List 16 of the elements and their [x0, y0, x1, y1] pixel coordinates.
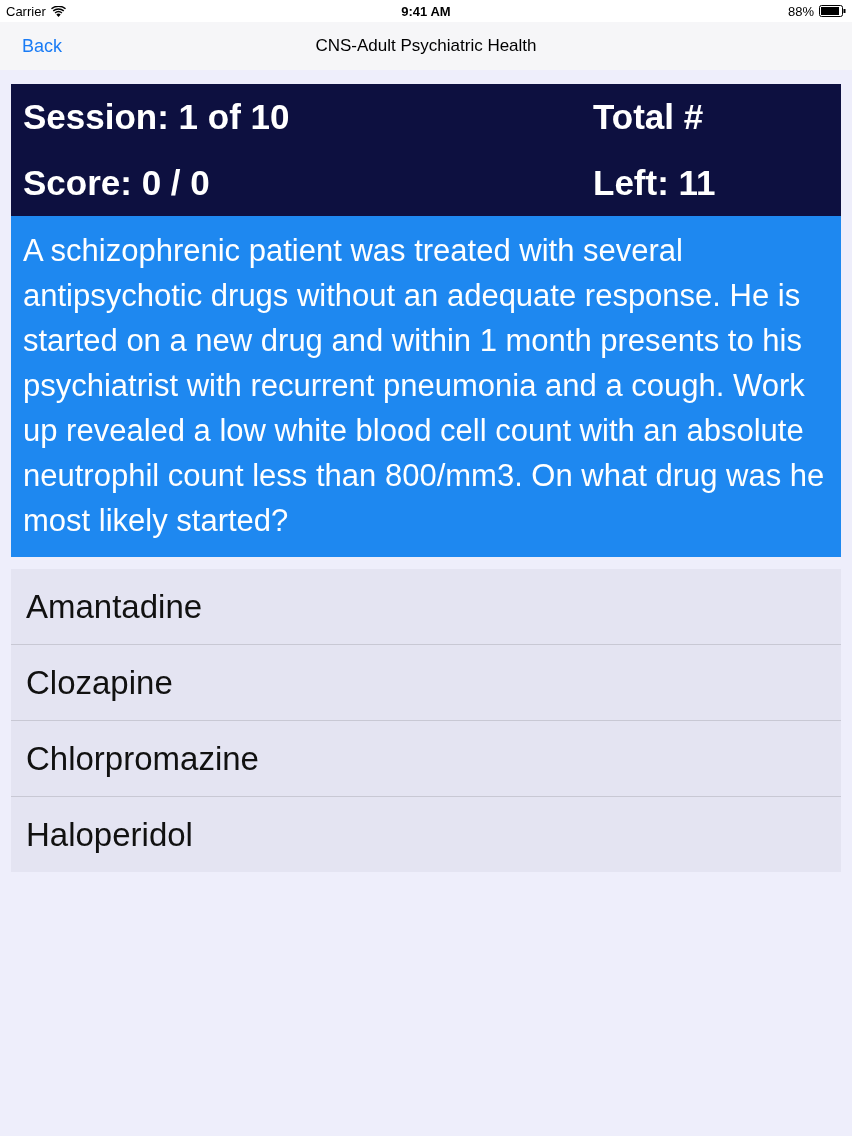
answer-option[interactable]: Amantadine	[11, 569, 841, 645]
back-button[interactable]: Back	[22, 36, 63, 57]
question-text: A schizophrenic patient was treated with several antipsychotic drugs without an adequate response. He is started on a new drug and within 1 month presents to his psychiatrist with recurrent pneumonia and a cough. Work up revealed a low white blood cell count with an absolute neutrophil count less than 800/mm3. On what drug was he most likely started?	[23, 233, 825, 538]
answer-option[interactable]: Clozapine	[11, 645, 841, 721]
score-label: Score: 0 / 0	[23, 163, 211, 203]
wifi-icon	[50, 5, 66, 17]
session-label: Session: 1 of 10	[23, 97, 291, 137]
answer-option[interactable]: Chlorpromazine	[11, 721, 841, 797]
left-label: Left: 11	[593, 163, 716, 203]
status-time: 9:41 AM	[401, 3, 451, 19]
battery-percent: 88%	[787, 3, 814, 19]
nav-title: CNS-Adult Psychiatric Health	[315, 36, 537, 56]
carrier-label: Carrier	[6, 3, 46, 19]
total-label: Total #	[593, 97, 704, 137]
battery-icon	[819, 5, 846, 17]
answer-option[interactable]: Haloperidol	[11, 797, 841, 872]
